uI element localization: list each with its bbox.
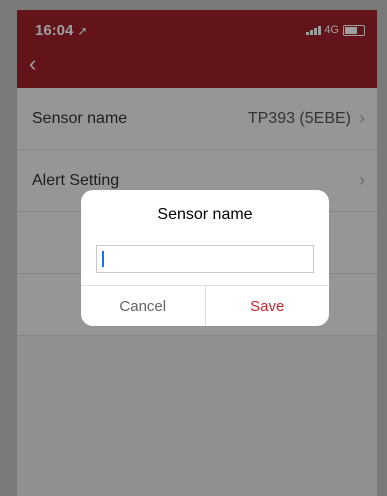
sensor-name-dialog: Sensor name Cancel Save [81,190,329,326]
sensor-name-input[interactable] [96,245,314,273]
cancel-button[interactable]: Cancel [81,286,206,326]
app-screen: 16:04 ➚ 4G ‹ Sensor name TP393 (5EBE) › … [17,10,377,496]
save-button[interactable]: Save [206,286,330,326]
text-cursor [102,251,104,267]
dialog-actions: Cancel Save [81,285,329,326]
dialog-title: Sensor name [157,206,253,223]
